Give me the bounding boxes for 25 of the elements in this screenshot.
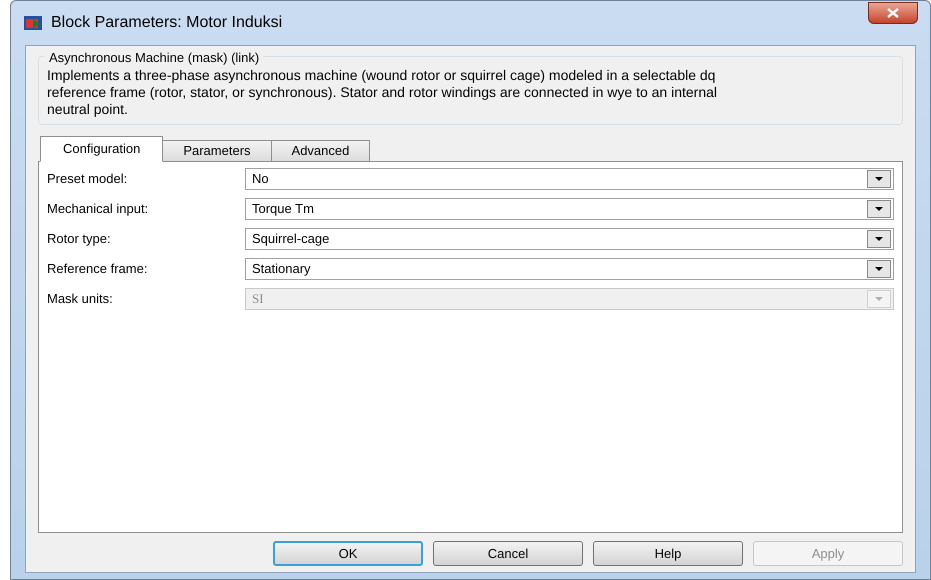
dropdown[interactable]: Squirrel-cage — [245, 228, 894, 250]
dropdown-value: No — [252, 170, 269, 188]
dropdown-value: Torque Tm — [252, 200, 314, 218]
tab[interactable]: Parameters — [162, 140, 272, 162]
dialog-button[interactable]: Cancel — [433, 541, 583, 566]
tab[interactable]: Advanced — [270, 140, 370, 162]
field-label: Rotor type: — [47, 230, 112, 248]
field-label: Preset model: — [47, 170, 128, 188]
tab[interactable]: Configuration — [40, 136, 164, 162]
dropdown-value: Squirrel-cage — [252, 230, 330, 248]
dialog-button[interactable]: Help — [593, 541, 743, 566]
close-button[interactable] — [868, 2, 918, 24]
field-label: Reference frame: — [47, 260, 148, 278]
close-icon — [887, 8, 899, 18]
dropdown[interactable]: Stationary — [245, 258, 894, 280]
dialog-button[interactable]: OK — [273, 541, 423, 566]
field-label: Mask units: — [47, 290, 114, 308]
dropdown-value: Stationary — [252, 260, 311, 278]
dropdown[interactable]: Torque Tm — [245, 198, 894, 220]
block-icon — [23, 15, 43, 31]
window-title: Block Parameters: Motor Induksi — [51, 13, 282, 33]
field-label: Mechanical input: — [47, 200, 150, 218]
dropdown[interactable]: No — [245, 168, 894, 190]
description-text: Implements a three-phase asynchronous machine (wound rotor or squirrel cage) modeled in a selectable dq reference frame (rotor, stator, or synchronous). Stator and rotor windings are connected in wye to an internal neutral point. — [47, 67, 718, 118]
dropdown-value: SI — [252, 290, 264, 308]
